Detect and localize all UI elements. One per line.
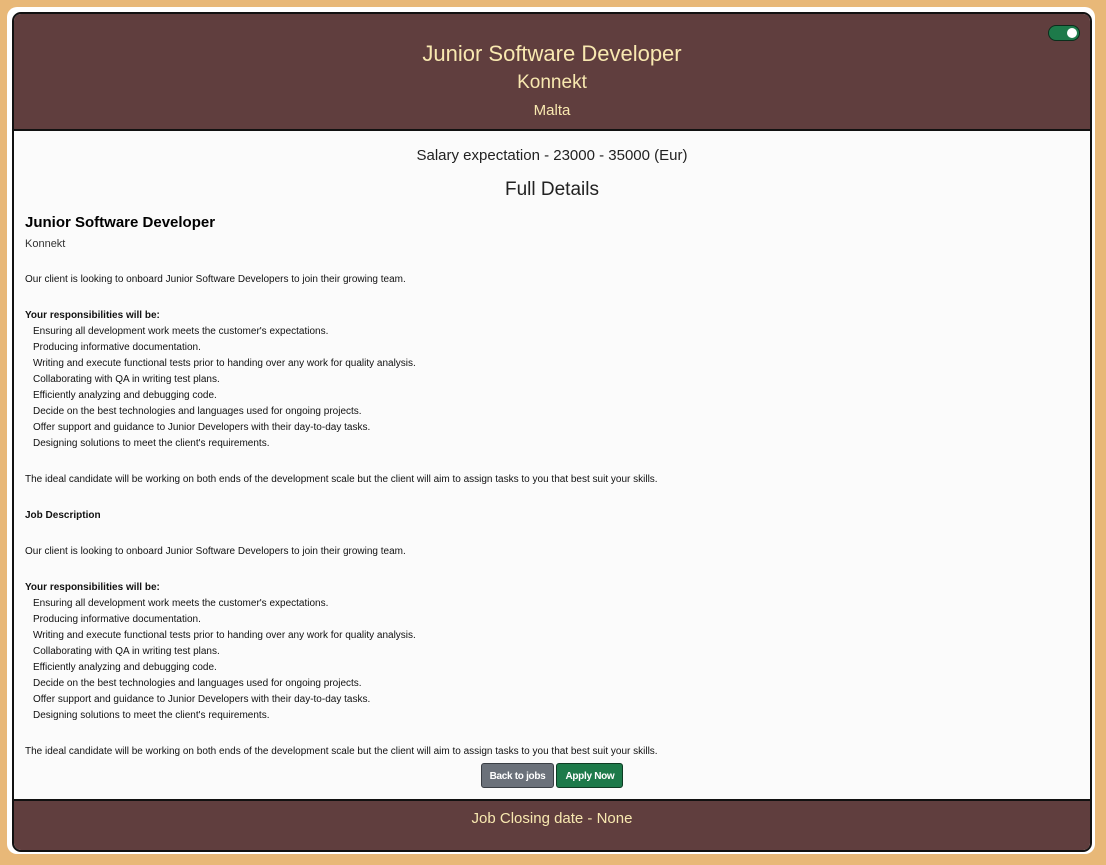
responsibilities-list-2: Ensuring all development work meets the …	[25, 596, 1075, 724]
detail-company: Konnekt	[25, 238, 66, 250]
list-item: Efficiently analyzing and debugging code…	[33, 390, 217, 401]
list-item: Offer support and guidance to Junior Dev…	[33, 694, 371, 705]
intro-paragraph-2: Our client is looking to onboard Junior …	[25, 546, 406, 557]
detail-title: Junior Software Developer	[25, 214, 216, 231]
list-item: Ensuring all development work meets the …	[33, 326, 329, 337]
list-item: Producing informative documentation.	[33, 614, 201, 625]
job-title: Junior Software Developer	[422, 41, 682, 66]
list-item: Decide on the best technologies and lang…	[33, 406, 362, 417]
list-item: Designing solutions to meet the client's…	[33, 438, 270, 449]
job-description-content: Junior Software Developer Konnekt Our cl…	[25, 213, 1075, 760]
list-item: Producing informative documentation.	[33, 342, 201, 353]
job-detail-card: Junior Software Developer Konnekt Malta …	[12, 12, 1092, 852]
list-item: Collaborating with QA in writing test pl…	[33, 646, 220, 657]
job-location: Malta	[533, 102, 571, 119]
toggle-knob	[1067, 28, 1077, 38]
list-item: Writing and execute functional tests pri…	[33, 630, 416, 641]
list-item: Efficiently analyzing and debugging code…	[33, 662, 217, 673]
card-footer: Job Closing date - None	[14, 799, 1090, 850]
responsibilities-list: Ensuring all development work meets the …	[25, 324, 1075, 452]
back-to-jobs-button[interactable]: Back to jobs	[480, 763, 555, 788]
salary-expectation: Salary expectation - 23000 - 35000 (Eur)	[416, 147, 688, 164]
ideal-candidate-paragraph: The ideal candidate will be working on b…	[25, 474, 658, 485]
responsibilities-heading: Your responsibilities will be:	[25, 310, 160, 321]
card-body: Salary expectation - 23000 - 35000 (Eur)…	[14, 131, 1090, 801]
company-name: Konnekt	[517, 72, 587, 93]
list-item: Designing solutions to meet the client's…	[33, 710, 270, 721]
ideal-candidate-paragraph-2: The ideal candidate will be working on b…	[25, 746, 658, 757]
full-details-heading: Full Details	[505, 179, 599, 200]
job-description-heading: Job Description	[25, 510, 101, 521]
responsibilities-heading-2: Your responsibilities will be:	[25, 582, 160, 593]
list-item: Offer support and guidance to Junior Dev…	[33, 422, 371, 433]
apply-now-button[interactable]: Apply Now	[556, 763, 624, 788]
intro-paragraph: Our client is looking to onboard Junior …	[25, 274, 406, 285]
theme-toggle[interactable]	[1048, 25, 1080, 41]
list-item: Decide on the best technologies and lang…	[33, 678, 362, 689]
list-item: Ensuring all development work meets the …	[33, 598, 329, 609]
action-buttons: Back to jobs Apply Now	[14, 763, 1090, 788]
closing-date: Job Closing date - None	[471, 810, 633, 827]
list-item: Writing and execute functional tests pri…	[33, 358, 416, 369]
list-item: Collaborating with QA in writing test pl…	[33, 374, 220, 385]
card-header: Junior Software Developer Konnekt Malta	[14, 14, 1090, 131]
